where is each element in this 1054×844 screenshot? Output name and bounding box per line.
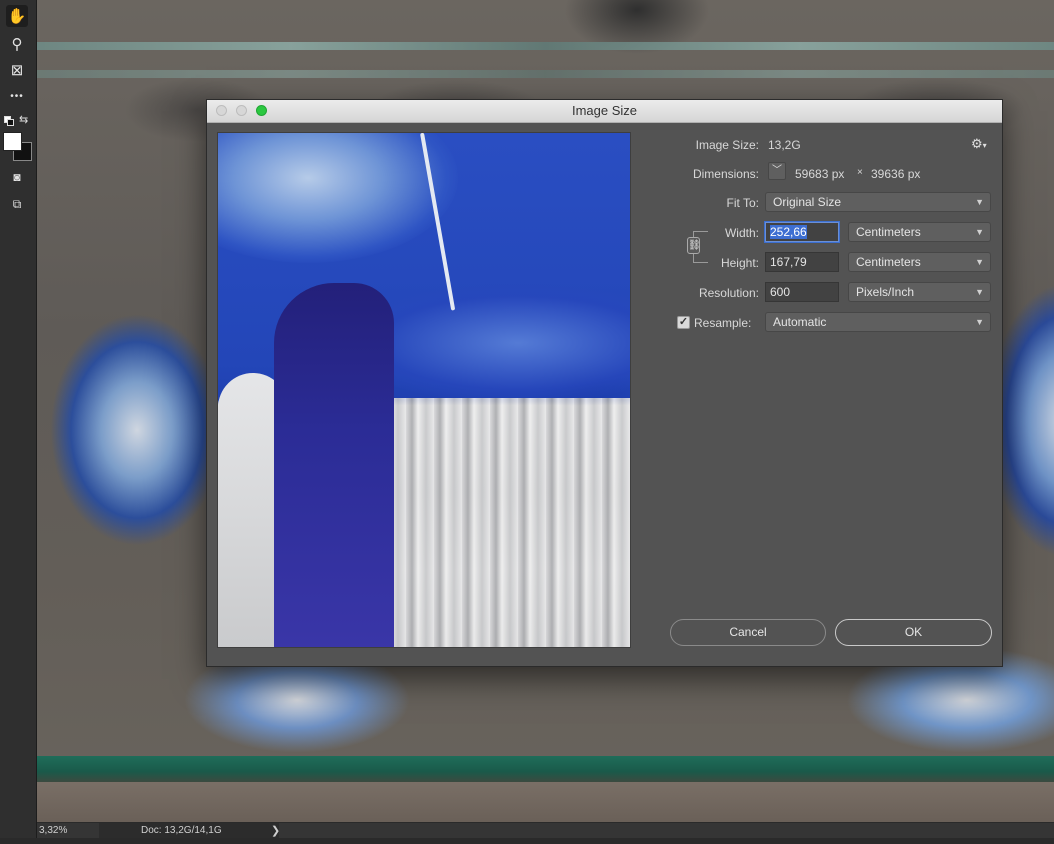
resolution-unit-value: Pixels/Inch xyxy=(856,285,915,299)
dialog-titlebar[interactable]: Image Size xyxy=(207,100,1002,123)
dialog-title: Image Size xyxy=(571,103,638,118)
hand-tool-icon[interactable]: ✋ xyxy=(6,5,28,27)
resolution-value: 600 xyxy=(770,285,791,299)
more-tools-icon[interactable]: ••• xyxy=(6,85,28,107)
resample-label: Resample: xyxy=(694,316,752,330)
fit-to-value: Original Size xyxy=(773,195,842,209)
chevron-down-icon: ▼ xyxy=(975,287,984,297)
zoom-level[interactable]: 3,32% xyxy=(39,825,99,836)
painting-stripe xyxy=(37,70,1054,78)
image-preview[interactable] xyxy=(217,132,631,648)
chevron-down-icon: ▼ xyxy=(975,257,984,267)
dimensions-label: Dimensions: xyxy=(692,167,759,181)
dimensions-width-px: 59683 px xyxy=(795,167,845,181)
height-input[interactable]: 167,79 xyxy=(765,252,839,272)
width-unit-select[interactable]: Centimeters ▼ xyxy=(848,222,991,242)
resolution-unit-select[interactable]: Pixels/Inch ▼ xyxy=(848,282,991,302)
status-bar: 3,32% Doc: 13,2G/14,1G ❯ xyxy=(37,822,1054,839)
frame-tool-icon[interactable]: ⊠ xyxy=(6,59,28,81)
height-unit-value: Centimeters xyxy=(856,255,921,269)
dimensions-times: × xyxy=(857,167,863,178)
chevron-down-icon: ▼ xyxy=(975,227,984,237)
default-colors-icon[interactable] xyxy=(4,116,14,126)
image-size-label: Image Size: xyxy=(695,138,759,152)
resample-checkbox[interactable]: ✓ xyxy=(677,316,690,329)
fit-to-label: Fit To: xyxy=(726,196,759,210)
chevron-down-icon: ▼ xyxy=(975,317,984,327)
tools-panel: ✋ ⚲ ⊠ ••• ⇆ ◙ ⧉ xyxy=(0,0,37,844)
preview-paint-swirl xyxy=(218,133,458,263)
window-bottom-edge xyxy=(0,838,1054,844)
document-size-info: Doc: 13,2G/14,1G xyxy=(99,823,279,839)
height-label: Height: xyxy=(720,256,759,270)
resample-select[interactable]: Automatic ▼ xyxy=(765,312,991,332)
quick-mask-icon[interactable]: ◙ xyxy=(6,166,28,188)
chevron-down-icon: ▼ xyxy=(975,197,984,207)
screen-mode-icon[interactable]: ⧉ xyxy=(6,193,28,215)
preview-paint-navy xyxy=(274,283,394,647)
image-size-value: 13,2G xyxy=(768,138,801,152)
fit-to-select[interactable]: Original Size ▼ xyxy=(765,192,991,212)
dimensions-unit-dropdown[interactable]: ﹀ xyxy=(768,162,786,180)
painting-green-band xyxy=(37,756,1054,782)
cancel-button[interactable]: Cancel xyxy=(670,619,826,646)
height-unit-select[interactable]: Centimeters ▼ xyxy=(848,252,991,272)
swap-colors-icon[interactable]: ⇆ xyxy=(19,113,28,126)
settings-gear-icon[interactable]: ⚙▾ xyxy=(971,136,987,152)
image-size-dialog: Image Size Image Size: 13,2G ⚙▾ Dimensio… xyxy=(206,99,1003,667)
zoom-tool-icon[interactable]: ⚲ xyxy=(6,33,28,55)
preview-paint-streaks xyxy=(378,398,630,647)
resolution-input[interactable]: 600 xyxy=(765,282,839,302)
foreground-color-swatch[interactable] xyxy=(3,132,22,151)
resolution-label: Resolution: xyxy=(698,286,759,300)
resample-value: Automatic xyxy=(773,315,827,329)
dimensions-height-px: 39636 px xyxy=(871,167,921,181)
painting-stripe xyxy=(37,42,1054,50)
width-label: Width: xyxy=(724,226,759,240)
status-menu-arrow-icon[interactable]: ❯ xyxy=(271,824,280,837)
painting-bottom-band xyxy=(37,782,1054,822)
width-unit-value: Centimeters xyxy=(856,225,921,239)
width-input[interactable]: 252,66 xyxy=(765,222,839,242)
ok-button[interactable]: OK xyxy=(835,619,992,646)
height-value: 167,79 xyxy=(770,255,807,269)
width-value: 252,66 xyxy=(770,225,807,239)
